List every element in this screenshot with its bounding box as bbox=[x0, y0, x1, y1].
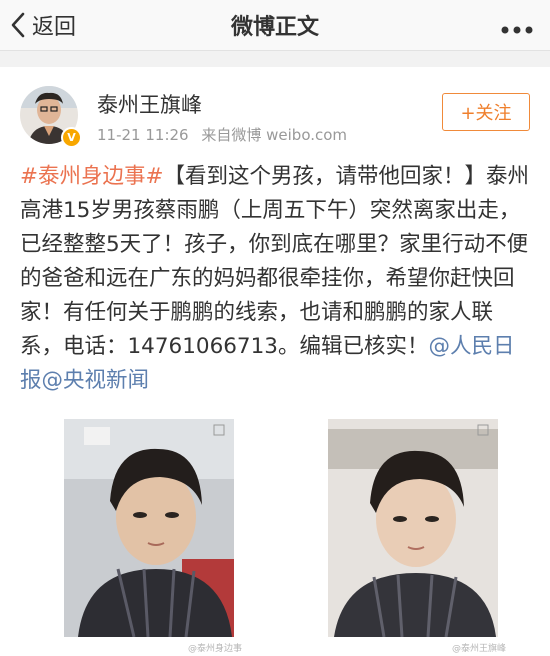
image-watermark-2: @泰州王旗峰 bbox=[452, 644, 507, 654]
mention-link-2[interactable]: @央视新闻 bbox=[42, 368, 150, 393]
hashtag-link[interactable]: #泰州身边事# bbox=[20, 164, 164, 189]
missing-boy-photo-1[interactable] bbox=[64, 419, 234, 637]
follow-button[interactable]: +关注 bbox=[442, 93, 530, 131]
more-button[interactable] bbox=[500, 20, 534, 39]
post-time: 11-21 11:26 bbox=[97, 126, 189, 144]
missing-boy-photo-2[interactable] bbox=[328, 419, 498, 637]
post-source: 来自微博 weibo.com bbox=[201, 126, 348, 144]
image-watermark-1: @泰州身边事 bbox=[188, 644, 243, 654]
top-navbar: 返回 微博正文 bbox=[0, 0, 550, 51]
more-dots-icon bbox=[501, 26, 533, 34]
section-divider bbox=[0, 51, 550, 67]
page-title: 微博正文 bbox=[230, 15, 319, 40]
post-body-text: 【看到这个男孩，请带他回家！】泰州高港15岁男孩蔡雨鹏（上周五下午）突然离家出走… bbox=[20, 164, 530, 359]
post-meta: 11-21 11:26 来自微博 weibo.com bbox=[97, 124, 355, 145]
post-body: #泰州身边事#【看到这个男孩，请带他回家！】泰州高港15岁男孩蔡雨鹏（上周五下午… bbox=[20, 160, 535, 398]
author-name[interactable]: 泰州王旗峰 bbox=[97, 89, 202, 119]
verified-badge-icon: V bbox=[61, 127, 82, 148]
